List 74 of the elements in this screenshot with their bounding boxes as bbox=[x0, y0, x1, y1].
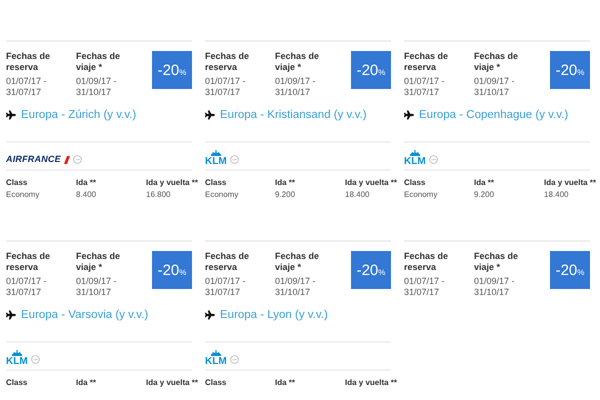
booking-dates-label: Fechas de reserva bbox=[6, 51, 52, 73]
airline-logo: KLM bbox=[6, 357, 28, 366]
travel-dates: 01/09/17 - 31/10/17 bbox=[474, 76, 516, 98]
booking-dates: 01/07/17 - 31/07/17 bbox=[404, 276, 446, 298]
discount-badge: -20% bbox=[351, 51, 391, 89]
discount-badge: -20% bbox=[152, 51, 192, 89]
plane-icon bbox=[205, 310, 215, 320]
travel-dates-label: Fechas de viaje * bbox=[275, 251, 320, 273]
airline-logo: KLM bbox=[205, 157, 227, 166]
plane-icon bbox=[404, 110, 414, 120]
column-header: Ida y vuelta ** bbox=[544, 178, 596, 187]
route-link[interactable]: Europa - Kristiansand (y v.v.) bbox=[220, 109, 367, 121]
booking-dates-label: Fechas de reserva bbox=[404, 51, 450, 73]
column-header: Class bbox=[6, 178, 28, 187]
airline-logo: KLM bbox=[404, 157, 426, 166]
plane-icon bbox=[6, 310, 16, 320]
route-link[interactable]: Europa - Lyon (y v.v.) bbox=[220, 309, 328, 321]
travel-dates: 01/09/17 - 31/10/17 bbox=[275, 276, 317, 298]
column-header: Class bbox=[6, 378, 28, 387]
booking-dates-label: Fechas de reserva bbox=[205, 51, 250, 73]
table-cell-text: Economy bbox=[404, 190, 438, 199]
booking-dates: 01/07/17 - 31/07/17 bbox=[205, 276, 247, 298]
booking-dates-label: Fechas de reserva bbox=[404, 251, 450, 273]
discount-badge: -20% bbox=[152, 251, 192, 289]
route-link[interactable]: Europa - Zúrich (y v.v.) bbox=[21, 109, 136, 121]
column-header: Ida ** bbox=[76, 178, 98, 187]
travel-dates-label: Fechas de viaje * bbox=[474, 251, 520, 273]
travel-dates-label: Fechas de viaje * bbox=[474, 51, 520, 73]
column-header: Ida y vuelta ** bbox=[345, 378, 398, 387]
airline-logo: KLM bbox=[205, 357, 227, 366]
discount-badge: -20% bbox=[550, 51, 590, 89]
table-cell-text: Economy bbox=[6, 190, 40, 199]
route-link[interactable]: Europa - Copenhague (y v.v.) bbox=[419, 109, 568, 121]
table-cell-text: 16.800 bbox=[146, 190, 172, 199]
booking-dates: 01/07/17 - 31/07/17 bbox=[205, 76, 247, 98]
booking-dates: 01/07/17 - 31/07/17 bbox=[6, 76, 48, 98]
plane-icon bbox=[205, 110, 215, 120]
column-header: Ida ** bbox=[275, 178, 296, 187]
crown-icon bbox=[210, 350, 222, 357]
column-header: Ida y vuelta ** bbox=[345, 178, 398, 187]
travel-dates-label: Fechas de viaje * bbox=[275, 51, 320, 73]
column-header: Ida ** bbox=[474, 178, 496, 187]
crown-icon bbox=[10, 350, 23, 357]
column-header: Class bbox=[404, 178, 426, 187]
travel-dates-label: Fechas de viaje * bbox=[76, 251, 122, 273]
table-cell-text: 8.400 bbox=[76, 190, 98, 199]
table-cell-text: 9.200 bbox=[474, 190, 496, 199]
stripe-icon bbox=[64, 156, 70, 164]
column-header: Ida y vuelta ** bbox=[146, 178, 198, 187]
booking-dates-label: Fechas de reserva bbox=[6, 251, 52, 273]
table-cell-text: Economy bbox=[205, 190, 240, 199]
booking-dates: 01/07/17 - 31/07/17 bbox=[404, 76, 446, 98]
booking-dates-label: Fechas de reserva bbox=[205, 251, 250, 273]
column-header: Class bbox=[205, 178, 228, 187]
booking-dates: 01/07/17 - 31/07/17 bbox=[6, 276, 48, 298]
table-cell-text: 18.400 bbox=[544, 190, 570, 199]
crown-icon bbox=[210, 150, 222, 157]
table-cell-text: 9.200 bbox=[275, 190, 296, 199]
column-header: Ida y vuelta ** bbox=[146, 378, 198, 387]
crown-icon bbox=[408, 150, 421, 157]
travel-dates: 01/09/17 - 31/10/17 bbox=[76, 276, 118, 298]
column-header: Class bbox=[205, 378, 228, 387]
plane-icon bbox=[6, 110, 16, 120]
travel-dates: 01/09/17 - 31/10/17 bbox=[474, 276, 516, 298]
travel-dates: 01/09/17 - 31/10/17 bbox=[76, 76, 118, 98]
column-header: Ida ** bbox=[275, 378, 296, 387]
route-link[interactable]: Europa - Varsovia (y v.v.) bbox=[21, 309, 148, 321]
discount-badge: -20% bbox=[351, 251, 391, 289]
column-header: Ida ** bbox=[76, 378, 98, 387]
travel-dates-label: Fechas de viaje * bbox=[76, 51, 122, 73]
table-cell-text: 18.400 bbox=[345, 190, 370, 199]
discount-badge: -20% bbox=[550, 251, 590, 289]
airline-logo: AIRFRANCE bbox=[6, 154, 61, 166]
travel-dates: 01/09/17 - 31/10/17 bbox=[275, 76, 317, 98]
